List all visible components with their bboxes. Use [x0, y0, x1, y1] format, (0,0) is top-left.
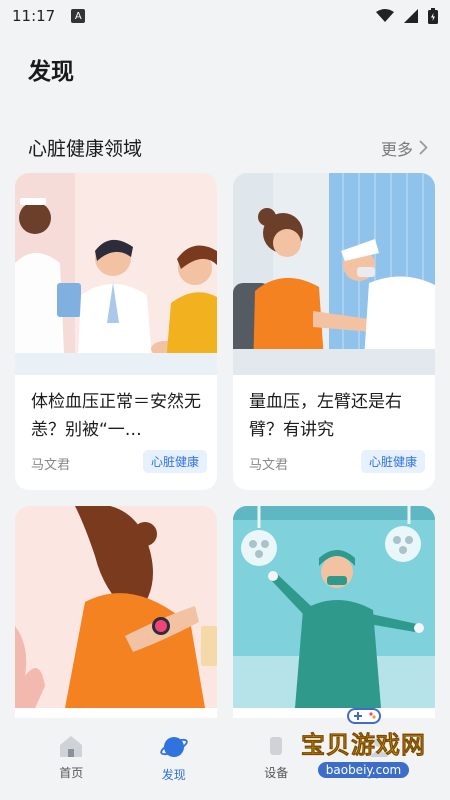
article-image-surgeon: [233, 506, 435, 708]
article-tag[interactable]: 心脏健康: [142, 450, 207, 473]
home-icon: [60, 736, 83, 757]
chevron-right-icon: [419, 140, 428, 155]
more-label: 更多: [380, 139, 413, 159]
status-time: 11:17: [12, 7, 56, 25]
notification-icon: A: [71, 9, 86, 23]
watermark-text: 宝贝游戏网: [301, 731, 426, 760]
article-title: 量血压，左臂还是右臂？有讲究: [249, 392, 402, 440]
watermark: 宝贝游戏网 baobeiy.com: [301, 707, 426, 778]
article-card[interactable]: 体检血压正常＝安然无恙？别被“一… 马文君 心脏健康: [15, 173, 217, 490]
section-header: 心脏健康领域 更多: [28, 134, 428, 161]
watermark-url: baobeiy.com: [317, 762, 410, 778]
gamepad-icon: [346, 708, 381, 724]
page-title: 发现: [28, 59, 74, 85]
wifi-icon: [376, 9, 394, 22]
status-bar: 11:17 A: [0, 0, 450, 32]
device-icon: [270, 737, 283, 755]
article-author: 马文君: [31, 458, 71, 473]
nav-label: 首页: [59, 766, 84, 780]
signal-icon: [404, 9, 418, 23]
article-image-blood-pressure: [233, 173, 435, 375]
article-card[interactable]: 量血压，左臂还是右臂？有讲究 马文君 心脏健康: [233, 173, 435, 490]
planet-icon: [160, 737, 188, 757]
nav-item-home[interactable]: 首页: [36, 718, 106, 800]
nav-label: 发现: [161, 768, 186, 782]
article-title: 体检血压正常＝安然无恙？别被“一…: [31, 392, 201, 440]
nav-item-discover[interactable]: 发现: [139, 718, 209, 800]
article-image-smartwatch: [15, 506, 217, 708]
section-title: 心脏健康领域: [28, 138, 143, 160]
article-tag[interactable]: 心脏健康: [360, 450, 425, 473]
battery-icon: [428, 8, 438, 24]
more-link[interactable]: 更多: [381, 136, 428, 160]
article-image-checkup: [15, 173, 217, 375]
article-author: 马文君: [249, 458, 289, 473]
nav-label: 设备: [264, 766, 289, 780]
